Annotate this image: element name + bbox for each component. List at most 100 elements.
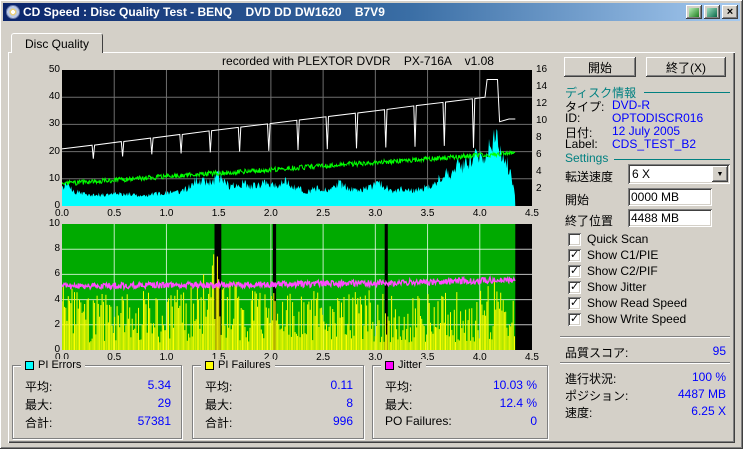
axis-tick-label: 1.0 — [151, 208, 181, 219]
disc-type-value: DVD-R — [612, 98, 650, 112]
pi-errors-group: PI Errors 平均:5.34 最大:29 合計:57381 — [12, 365, 182, 439]
axis-tick-label: 2 — [34, 319, 60, 330]
top-chart-x-axis: 0.00.51.01.52.02.53.03.54.04.5 — [62, 208, 532, 220]
axis-tick-label: 2.5 — [308, 208, 338, 219]
checkbox-box[interactable] — [568, 281, 581, 294]
axis-tick-label: 4.0 — [465, 208, 495, 219]
axis-tick-label: 2.5 — [308, 352, 338, 363]
stat-label: 最大: — [25, 396, 52, 413]
titlebar-tool-icon-2[interactable] — [704, 5, 720, 19]
axis-tick-label: 4.5 — [517, 208, 547, 219]
axis-tick-label: 14 — [536, 81, 547, 92]
speed-select-value: 6 X — [628, 167, 712, 181]
stat-label: 合計: — [205, 414, 232, 431]
disc-id-value: OPTODISCR016 — [612, 111, 703, 125]
speed-select[interactable]: 6 X ▼ — [628, 164, 730, 184]
checkbox-show-write-speed[interactable]: Show Write Speed — [568, 312, 686, 326]
control-panel: 開始 終了(X) ディスク情報 タイプ: DVD-R ID: OPTODISCR… — [558, 52, 732, 443]
disc-label-label: Label: — [565, 137, 598, 151]
checkbox-show-c1-pie[interactable]: Show C1/PIE — [568, 248, 658, 262]
axis-tick-label: 4 — [536, 166, 542, 177]
stat-label: 平均: — [385, 378, 412, 395]
titlebar[interactable]: CD Speed : Disc Quality Test - BENQ DVD … — [3, 3, 740, 21]
pi-failures-title: PI Failures — [218, 359, 271, 371]
stat-label: 最大: — [205, 396, 232, 413]
axis-tick-label: 10 — [536, 115, 547, 126]
jitter-legend: Jitter — [381, 359, 426, 371]
stat-label: 最大: — [385, 396, 412, 413]
stat-value: 12.4 % — [500, 396, 537, 410]
jitter-swatch — [385, 361, 394, 370]
axis-tick-label: 30 — [34, 118, 60, 129]
top-chart-right-axis: 161412108642 — [536, 70, 556, 206]
jitter-group: Jitter 平均:10.03 % 最大:12.4 % PO Failures:… — [372, 365, 548, 439]
axis-tick-label: 0.5 — [99, 208, 129, 219]
checkbox-label: Show C1/PIE — [587, 248, 658, 262]
axis-tick-label: 2.0 — [256, 208, 286, 219]
stat-value: 29 — [158, 396, 171, 410]
settings-header-line — [614, 159, 730, 160]
axis-tick-label: 4 — [34, 294, 60, 305]
pi-failures-swatch — [205, 361, 214, 370]
axis-tick-label: 2 — [536, 183, 542, 194]
tab-disc-quality[interactable]: Disc Quality — [11, 33, 103, 53]
checkbox-box[interactable] — [568, 297, 581, 310]
disc-label-value: CDS_TEST_B2 — [612, 137, 696, 151]
jitter-title: Jitter — [398, 359, 422, 371]
end-position-label: 終了位置 — [565, 212, 613, 229]
checkbox-box[interactable] — [568, 249, 581, 262]
axis-tick-label: 1.0 — [151, 352, 181, 363]
stat-value: 996 — [333, 414, 353, 428]
axis-tick-label: 3.5 — [413, 208, 443, 219]
checkbox-show-jitter[interactable]: Show Jitter — [568, 280, 646, 294]
axis-tick-label: 6 — [536, 149, 542, 160]
end-position-input[interactable] — [628, 209, 712, 227]
pi-failures-group: PI Failures 平均:0.11 最大:8 合計:996 — [192, 365, 364, 439]
top-chart-left-axis: 50403020100 — [34, 70, 60, 206]
bottom-chart-x-axis: 0.00.51.01.52.02.53.03.54.04.5 — [62, 352, 532, 364]
checkbox-label: Show Jitter — [587, 280, 646, 294]
chevron-down-icon[interactable]: ▼ — [712, 166, 728, 182]
quality-score-value: 95 — [713, 344, 726, 358]
start-button[interactable]: 開始 — [564, 57, 636, 77]
stat-value: 0.11 — [331, 378, 353, 392]
start-position-input[interactable] — [628, 188, 712, 206]
exit-button[interactable]: 終了(X) — [646, 57, 726, 77]
bottom-chart-left-axis: 1086420 — [34, 224, 60, 350]
pi-errors-legend: PI Errors — [21, 359, 85, 371]
checkbox-quick-scan[interactable]: Quick Scan — [568, 232, 648, 246]
pi-errors-title: PI Errors — [38, 359, 81, 371]
checkbox-box[interactable] — [568, 313, 581, 326]
start-position-label: 開始 — [565, 191, 589, 208]
checkbox-label: Quick Scan — [587, 232, 648, 246]
close-button[interactable]: × — [722, 5, 738, 19]
speed-readout-label: 速度: — [565, 404, 592, 421]
stat-value: 5.34 — [148, 378, 171, 392]
progress-label: 進行状況: — [565, 370, 616, 387]
app-window: CD Speed : Disc Quality Test - BENQ DVD … — [0, 0, 743, 449]
checkbox-box[interactable] — [568, 233, 581, 246]
checkbox-show-read-speed[interactable]: Show Read Speed — [568, 296, 687, 310]
axis-tick-label: 12 — [536, 98, 547, 109]
position-label: ポジション: — [565, 387, 628, 404]
stat-value: 8 — [346, 396, 353, 410]
checkbox-label: Show Write Speed — [587, 312, 686, 326]
mini-chart-icon — [689, 8, 699, 17]
window-title: CD Speed : Disc Quality Test - BENQ DVD … — [23, 5, 686, 19]
stat-label: 平均: — [25, 378, 52, 395]
stat-label: 平均: — [205, 378, 232, 395]
axis-tick-label: 4.0 — [465, 352, 495, 363]
axis-tick-label: 4.5 — [517, 352, 547, 363]
axis-tick-label: 8 — [34, 243, 60, 254]
titlebar-tool-icon-1[interactable] — [686, 5, 702, 19]
checkbox-show-c2-pif[interactable]: Show C2/PIF — [568, 264, 658, 278]
quality-score-label: 品質スコア: — [565, 344, 628, 361]
axis-tick-label: 6 — [34, 268, 60, 279]
pif-jitter-chart — [62, 224, 532, 350]
tab-label: Disc Quality — [25, 37, 89, 51]
app-disc-icon — [6, 5, 20, 19]
checkbox-box[interactable] — [568, 265, 581, 278]
disc-info-header-line — [644, 92, 730, 93]
pi-errors-swatch — [25, 361, 34, 370]
speed-readout-value: 6.25 X — [691, 404, 726, 418]
